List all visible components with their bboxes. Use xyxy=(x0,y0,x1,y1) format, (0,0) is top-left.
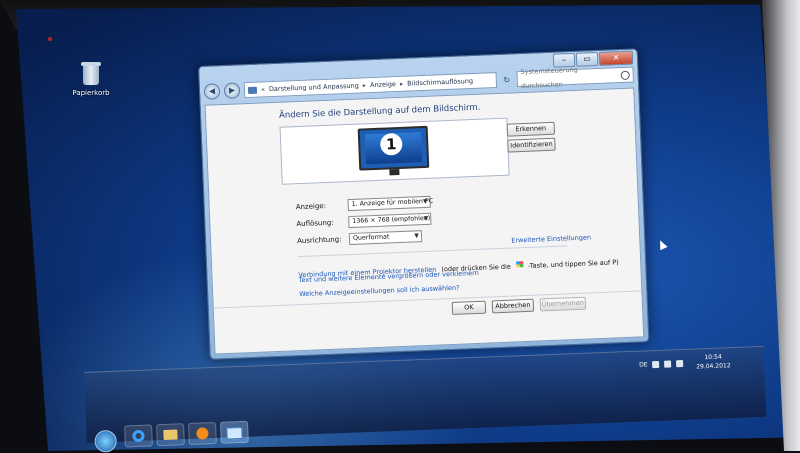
camera-indicator xyxy=(48,37,52,41)
breadcrumb-item-resolution[interactable]: Bildschirmauflösung xyxy=(407,74,473,91)
control-panel-icon xyxy=(247,86,258,94)
taskbar-explorer[interactable] xyxy=(156,423,185,447)
projector-hint-end: -Taste, und tippen Sie auf P) xyxy=(527,258,619,270)
taskbar-internet-explorer[interactable] xyxy=(124,424,153,448)
search-input[interactable]: Systemsteuerung durchsuchen xyxy=(516,66,635,90)
display-label: Anzeige: xyxy=(295,201,327,212)
orientation-select[interactable]: Querformat ▼ xyxy=(348,230,423,246)
battery-icon[interactable] xyxy=(664,360,672,368)
search-icon xyxy=(620,70,630,80)
system-tray: DE xyxy=(639,359,684,369)
internet-explorer-icon xyxy=(132,429,145,443)
taskbar-control-panel[interactable] xyxy=(220,420,249,444)
advanced-settings-link[interactable]: Erweiterte Einstellungen xyxy=(511,233,591,244)
monitor-1-icon[interactable]: 1 xyxy=(357,125,430,176)
breadcrumb-item-display[interactable]: Anzeige xyxy=(370,77,396,92)
network-icon[interactable] xyxy=(652,360,660,369)
clock[interactable]: 10:54 29.04.2012 xyxy=(696,352,731,371)
apply-button[interactable]: Übernehmen xyxy=(539,296,587,312)
breadcrumb-prefix: « xyxy=(260,85,266,94)
screen-resolution-window: – ▭ ✕ ◀ ▶ « Darstellung und Anpassung ▸ … xyxy=(198,48,650,360)
display-select-value: 1. Anzeige für mobilen PC xyxy=(351,197,434,208)
detect-button[interactable]: Erkennen xyxy=(506,121,556,137)
breadcrumb-separator: ▸ xyxy=(399,79,404,88)
display-settings-icon xyxy=(226,426,243,440)
volume-icon[interactable] xyxy=(676,359,684,368)
language-indicator[interactable]: DE xyxy=(639,361,648,368)
recycle-bin-icon xyxy=(80,62,102,86)
resolution-select-value: 1366 × 768 (empfohlen) xyxy=(352,214,431,225)
resolution-select[interactable]: 1366 × 768 (empfohlen) ▼ xyxy=(348,212,432,229)
media-player-icon xyxy=(196,427,209,440)
identify-button[interactable]: Identifizieren xyxy=(507,137,556,153)
page-title: Ändern Sie die Darstellung auf dem Bilds… xyxy=(278,102,481,121)
window-content: Ändern Sie die Darstellung auf dem Bilds… xyxy=(204,87,645,355)
clock-date: 29.04.2012 xyxy=(696,362,731,371)
chevron-down-icon: ▼ xyxy=(422,197,428,206)
orientation-label: Ausrichtung: xyxy=(296,235,342,246)
recycle-bin-label: Papierkorb xyxy=(72,89,110,97)
orientation-select-value: Querformat xyxy=(352,233,390,242)
windows-key-icon xyxy=(515,260,523,267)
back-button[interactable]: ◀ xyxy=(203,83,221,100)
monitor-preview-area: 1 xyxy=(279,117,510,185)
forward-button[interactable]: ▶ xyxy=(223,82,241,99)
ok-button[interactable]: OK xyxy=(451,300,487,315)
cancel-button[interactable]: Abbrechen xyxy=(491,298,535,314)
chevron-down-icon: ▼ xyxy=(414,232,420,240)
display-select[interactable]: 1. Anzeige für mobilen PC ▼ xyxy=(347,195,433,212)
refresh-icon[interactable]: ↻ xyxy=(501,75,513,84)
breadcrumb-separator: ▸ xyxy=(362,81,367,90)
which-settings-link[interactable]: Welche Anzeigeeinstellungen soll ich aus… xyxy=(299,284,460,298)
taskbar-media-player[interactable] xyxy=(188,421,217,446)
chevron-down-icon: ▼ xyxy=(423,214,429,223)
folder-icon xyxy=(163,429,178,440)
breadcrumb-item-appearance[interactable]: Darstellung und Anpassung xyxy=(269,79,359,97)
resolution-label: Auflösung: xyxy=(296,218,334,229)
desktop-icon-recycle-bin[interactable]: Papierkorb xyxy=(66,62,116,97)
